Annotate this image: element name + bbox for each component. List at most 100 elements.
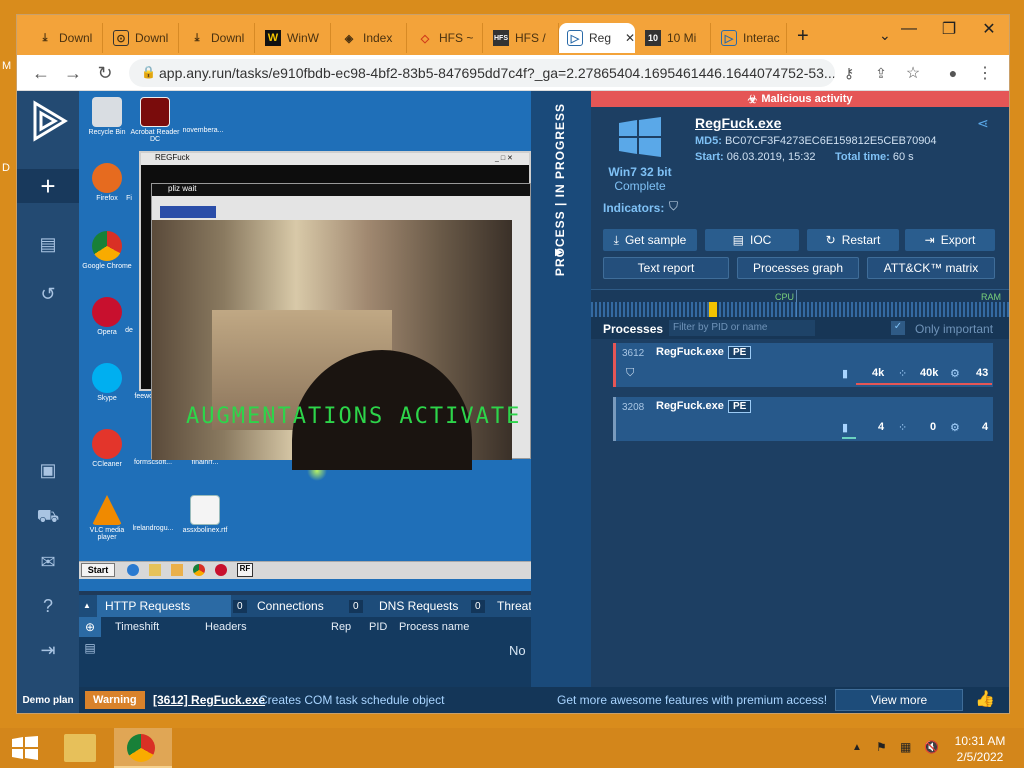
ie-icon[interactable] — [127, 564, 139, 576]
view-more-button[interactable]: View more — [835, 689, 963, 711]
opera-icon[interactable] — [215, 564, 227, 576]
help-icon[interactable]: ? — [17, 589, 79, 623]
10min-icon: 10 — [645, 30, 661, 46]
get-sample-button[interactable]: ⤓ Get sample — [603, 229, 697, 251]
reports-icon[interactable]: ▤ — [17, 227, 79, 261]
volume-muted-icon[interactable]: 🔇 — [924, 740, 939, 754]
col-headers[interactable]: Headers — [205, 621, 247, 633]
cpu-ram-chart: CPU RAM — [591, 289, 1009, 318]
desktop-icon[interactable]: CCleaner — [81, 429, 133, 468]
desktop-icon[interactable]: Google Chrome — [81, 231, 133, 270]
lock-icon: 🔒 — [141, 65, 156, 79]
forward-icon[interactable]: → — [61, 61, 85, 85]
warning-process-link[interactable]: [3612] RegFuck.exe — [153, 693, 265, 707]
explorer-icon[interactable] — [149, 564, 161, 576]
col-pid[interactable]: PID — [369, 621, 387, 633]
os-label: Win7 32 bit — [608, 165, 672, 179]
export-button[interactable]: ⇥ Export — [905, 229, 995, 251]
browser-tab[interactable]: ◇ HFS ~ — [409, 23, 483, 53]
windows-start-icon[interactable] — [12, 736, 38, 760]
demo-plan-label[interactable]: Demo plan — [17, 687, 79, 713]
clock-date[interactable]: 2/5/2022 — [950, 750, 1010, 764]
attack-matrix-button[interactable]: ATT&CK™ matrix — [867, 257, 995, 279]
mail-icon[interactable]: ✉ — [17, 545, 79, 579]
text-report-button[interactable]: Text report — [603, 257, 729, 279]
tab-threats[interactable]: Threat — [489, 595, 532, 617]
desktop-icon[interactable]: VLC media player — [81, 495, 133, 541]
desktop-icon[interactable]: Skype — [81, 363, 133, 402]
tab-http-requests[interactable]: HTTP Requests — [97, 595, 231, 617]
media-icon[interactable] — [171, 564, 183, 576]
browser-tab-active[interactable]: ▷ Reg ✕ — [559, 23, 635, 53]
only-important-checkbox[interactable]: ✓ — [891, 321, 905, 335]
col-rep[interactable]: Rep — [331, 621, 351, 633]
file-icon[interactable]: ▤ — [79, 637, 101, 659]
desktop-icon[interactable]: de — [119, 327, 139, 334]
close-window-icon[interactable]: ✕ — [969, 15, 1009, 43]
collapse-icon[interactable]: ▲ — [83, 601, 91, 610]
show-hidden-icons[interactable]: ▲ — [852, 742, 862, 753]
desktop-icon[interactable]: assxbolinex.rtf — [179, 495, 231, 534]
col-process-name[interactable]: Process name — [399, 621, 469, 633]
browser-tab[interactable]: ⊙ Downl — [105, 23, 179, 53]
thumbs-up-icon[interactable]: 👍 — [975, 689, 995, 709]
browser-tab[interactable]: HFS HFS / — [485, 23, 559, 53]
logout-icon[interactable]: ⇥ — [17, 633, 79, 667]
close-tab-icon[interactable]: ✕ — [625, 31, 635, 45]
desktop-icon[interactable]: finalhrf... — [179, 459, 231, 466]
key-icon[interactable]: ⚷ — [837, 61, 861, 85]
desktop-icon[interactable]: novembera... — [177, 127, 229, 134]
desktop-icon[interactable]: Fi — [119, 195, 139, 202]
desktop-icon[interactable]: Acrobat Reader DC — [129, 97, 181, 143]
cart-icon[interactable]: ⛟ — [17, 501, 79, 535]
desktop-icon[interactable]: lrelandrogu... — [127, 525, 179, 532]
back-icon[interactable]: ← — [29, 61, 53, 85]
browser-tab[interactable]: ◈ Index — [333, 23, 407, 53]
regfuck-taskbar-icon[interactable]: RF — [237, 563, 253, 577]
clock-time[interactable]: 10:31 AM — [950, 734, 1010, 748]
globe-icon[interactable]: ⊕ — [79, 617, 101, 637]
processes-graph-button[interactable]: Processes graph — [737, 257, 859, 279]
process-status-strip[interactable]: PROCESS | IN PROGRESS ▶ — [531, 91, 591, 687]
process-row[interactable]: 3612 RegFuck.exe PE ⛉ ▮ 4k ⁘ 40k ⚙ 43 — [613, 343, 993, 387]
reload-icon[interactable]: ↻ — [93, 61, 117, 85]
share-icon[interactable]: ⇪ — [869, 61, 893, 85]
bookmark-star-icon[interactable]: ☆ — [901, 61, 925, 85]
file-explorer-icon[interactable] — [64, 734, 96, 762]
task-info-panel: ☣ Malicious activity Win7 32 bit Complete… — [591, 91, 1009, 687]
vm-screen[interactable]: Recycle Bin Acrobat Reader DC novembera.… — [79, 91, 531, 591]
anyrun-logo-icon[interactable] — [27, 99, 71, 143]
new-tab-button[interactable]: + — [797, 25, 809, 48]
share-icon[interactable]: ⋖ — [977, 115, 989, 132]
desktop-icon[interactable]: formscsoft... — [127, 459, 179, 466]
browser-tab[interactable]: W WinW — [257, 23, 331, 53]
vm-start-button[interactable]: Start — [81, 563, 115, 577]
ioc-button[interactable]: ▤ IOC — [705, 229, 799, 251]
url-input[interactable]: 🔒 app.any.run/tasks/e910fbdb-ec98-4bf2-8… — [129, 59, 835, 87]
maximize-icon[interactable]: ❐ — [929, 15, 969, 43]
task-filename[interactable]: RegFuck.exe — [695, 115, 781, 131]
regfuck-window-controls[interactable]: _ □ ✕ — [495, 154, 525, 164]
history-icon[interactable]: ↺ — [17, 277, 79, 311]
flag-icon[interactable]: ⚑ — [876, 740, 887, 754]
menu-icon[interactable]: ⋮ — [973, 61, 997, 85]
chrome-taskbar-button[interactable] — [114, 728, 172, 768]
profile-icon[interactable]: ▣ — [17, 453, 79, 487]
browser-tab[interactable]: ⤓ Downl — [181, 23, 255, 53]
desktop-icon[interactable]: Recycle Bin — [81, 97, 133, 136]
chrome-icon[interactable] — [193, 564, 205, 576]
browser-tab[interactable]: ⤓ Downl — [29, 23, 103, 53]
browser-tab[interactable]: ▷ Interac — [713, 23, 787, 53]
browser-tab[interactable]: 10 10 Mi — [637, 23, 711, 53]
col-timeshift[interactable]: Timeshift — [115, 621, 159, 633]
new-task-icon[interactable]: + — [17, 169, 79, 203]
pliz-wait-window[interactable]: pliz wait AUGMENTATIONS ACTIVATE — [151, 183, 531, 470]
minimize-icon[interactable]: — — [889, 15, 929, 43]
process-row[interactable]: 3208 RegFuck.exe PE ▮ 4 ⁘ 0 ⚙ 4 — [613, 397, 993, 441]
profile-icon[interactable]: ● — [941, 61, 965, 85]
process-filter-input[interactable]: Filter by PID or name — [669, 320, 815, 336]
restart-button[interactable]: ↻ Restart — [807, 229, 899, 251]
empty-message: No — [509, 643, 526, 658]
network-icon[interactable]: ▦ — [900, 740, 911, 754]
registry-count: 40k — [920, 367, 939, 379]
